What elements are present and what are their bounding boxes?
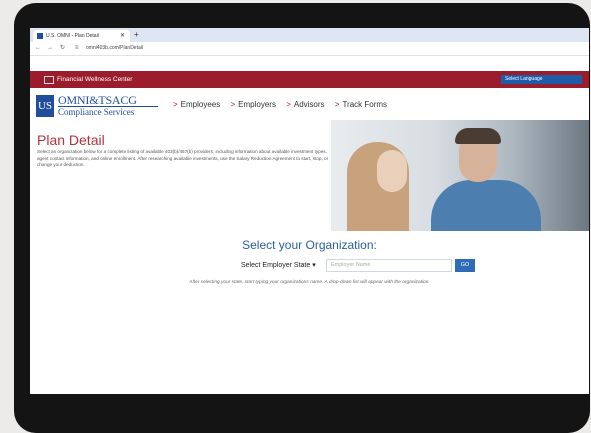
browser-tab[interactable]: U.S. OMNI - Plan Detail ✕ <box>33 30 130 42</box>
main-nav: > Employees > Employers > Advisors > Track F… <box>173 100 395 109</box>
tablet-frame: U.S. OMNI - Plan Detail ✕ + ← → ↻ ≡ omni… <box>14 3 590 433</box>
photo-man-hair <box>455 128 501 144</box>
url-field[interactable]: omni403b.com/PlanDetail <box>86 42 143 55</box>
financial-wellness-link[interactable]: Financial Wellness Center <box>57 71 132 88</box>
selection-hint: After selecting your state, start typing… <box>189 280 430 285</box>
page-description: Select an organization below for a compl… <box>37 149 329 168</box>
tab-title: U.S. OMNI - Plan Detail <box>46 33 99 39</box>
nav-item-advisors[interactable]: > Advisors <box>286 100 324 109</box>
photo-man-shirt <box>431 180 541 231</box>
site-top-banner: Financial Wellness Center Select Languag… <box>30 71 589 88</box>
photo-woman-face <box>377 150 407 192</box>
go-button[interactable]: GO <box>455 259 475 272</box>
hero-photo <box>331 120 589 231</box>
select-organization-heading: Select your Organization: <box>242 238 377 252</box>
close-tab-icon[interactable]: ✕ <box>120 30 125 42</box>
browser-window: U.S. OMNI - Plan Detail ✕ + ← → ↻ ≡ omni… <box>30 28 589 394</box>
select-language-dropdown[interactable]: Select Language <box>501 75 582 84</box>
forward-icon[interactable]: → <box>47 42 53 55</box>
nav-item-track-forms[interactable]: > Track Forms <box>335 100 387 109</box>
site-info-icon[interactable]: ≡ <box>75 42 79 55</box>
us-logo-icon[interactable]: US <box>36 95 54 117</box>
new-tab-icon[interactable]: + <box>134 28 139 41</box>
nav-item-employers[interactable]: > Employers <box>230 100 275 109</box>
logo-subtitle: Compliance Services <box>58 107 135 117</box>
back-icon[interactable]: ← <box>35 42 41 55</box>
favicon-icon <box>37 33 43 39</box>
page-title: Plan Detail <box>37 132 105 148</box>
employer-state-dropdown[interactable]: Select Employer State ▾ <box>241 259 316 272</box>
employer-name-input[interactable]: Employer Name <box>326 259 452 272</box>
tab-bar: U.S. OMNI - Plan Detail ✕ + <box>30 28 589 42</box>
nav-item-employees[interactable]: > Employees <box>173 100 220 109</box>
address-bar: ← → ↻ ≡ omni403b.com/PlanDetail <box>30 42 589 56</box>
wellness-icon <box>44 76 54 84</box>
chevron-down-icon: ▾ <box>312 262 316 269</box>
employer-state-label: Select Employer State <box>241 262 311 269</box>
reload-icon[interactable]: ↻ <box>60 42 65 55</box>
